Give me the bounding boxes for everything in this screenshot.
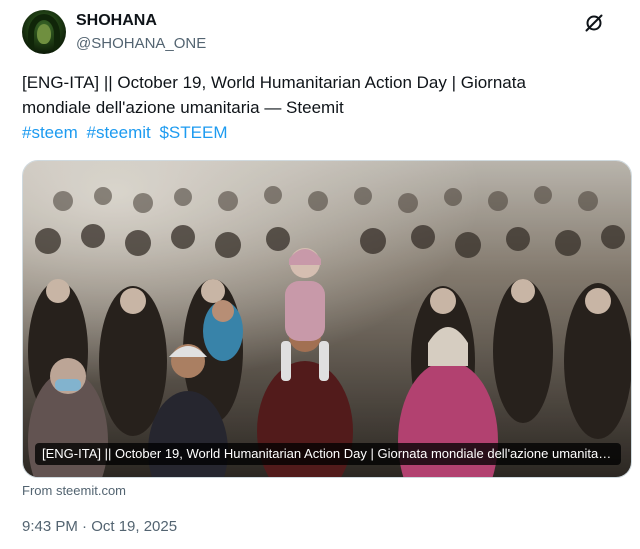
timestamp[interactable]: 9:43 PM · Oct 19, 2025 — [22, 518, 177, 535]
card-title: [ENG-ITA] || October 19, World Humanitar… — [35, 443, 621, 465]
link-card[interactable]: [ENG-ITA] || October 19, World Humanitar… — [22, 160, 632, 478]
display-name[interactable]: SHOHANA — [76, 12, 157, 30]
card-source[interactable]: From steemit.com — [22, 483, 126, 498]
grok-icon[interactable] — [583, 12, 605, 34]
tweet-text-line-1: [ENG-ITA] || October 19, World Humanitar… — [22, 73, 526, 92]
hashtag-steemit[interactable]: #steemit — [86, 123, 150, 142]
avatar[interactable] — [22, 10, 66, 54]
cashtag-steem[interactable]: $STEEM — [159, 123, 227, 142]
tweet-text: [ENG-ITA] || October 19, World Humanitar… — [22, 70, 622, 145]
hashtags: #steem #steemit $STEEM — [22, 120, 622, 145]
avatar-face — [37, 24, 51, 44]
card-image — [23, 161, 631, 477]
hashtag-steem[interactable]: #steem — [22, 123, 78, 142]
tweet: SHOHANA @SHOHANA_ONE [ENG-ITA] || Octobe… — [0, 0, 640, 549]
tweet-text-line-2: mondiale dell'azione umanitaria — Steemi… — [22, 98, 344, 117]
handle[interactable]: @SHOHANA_ONE — [76, 35, 206, 52]
